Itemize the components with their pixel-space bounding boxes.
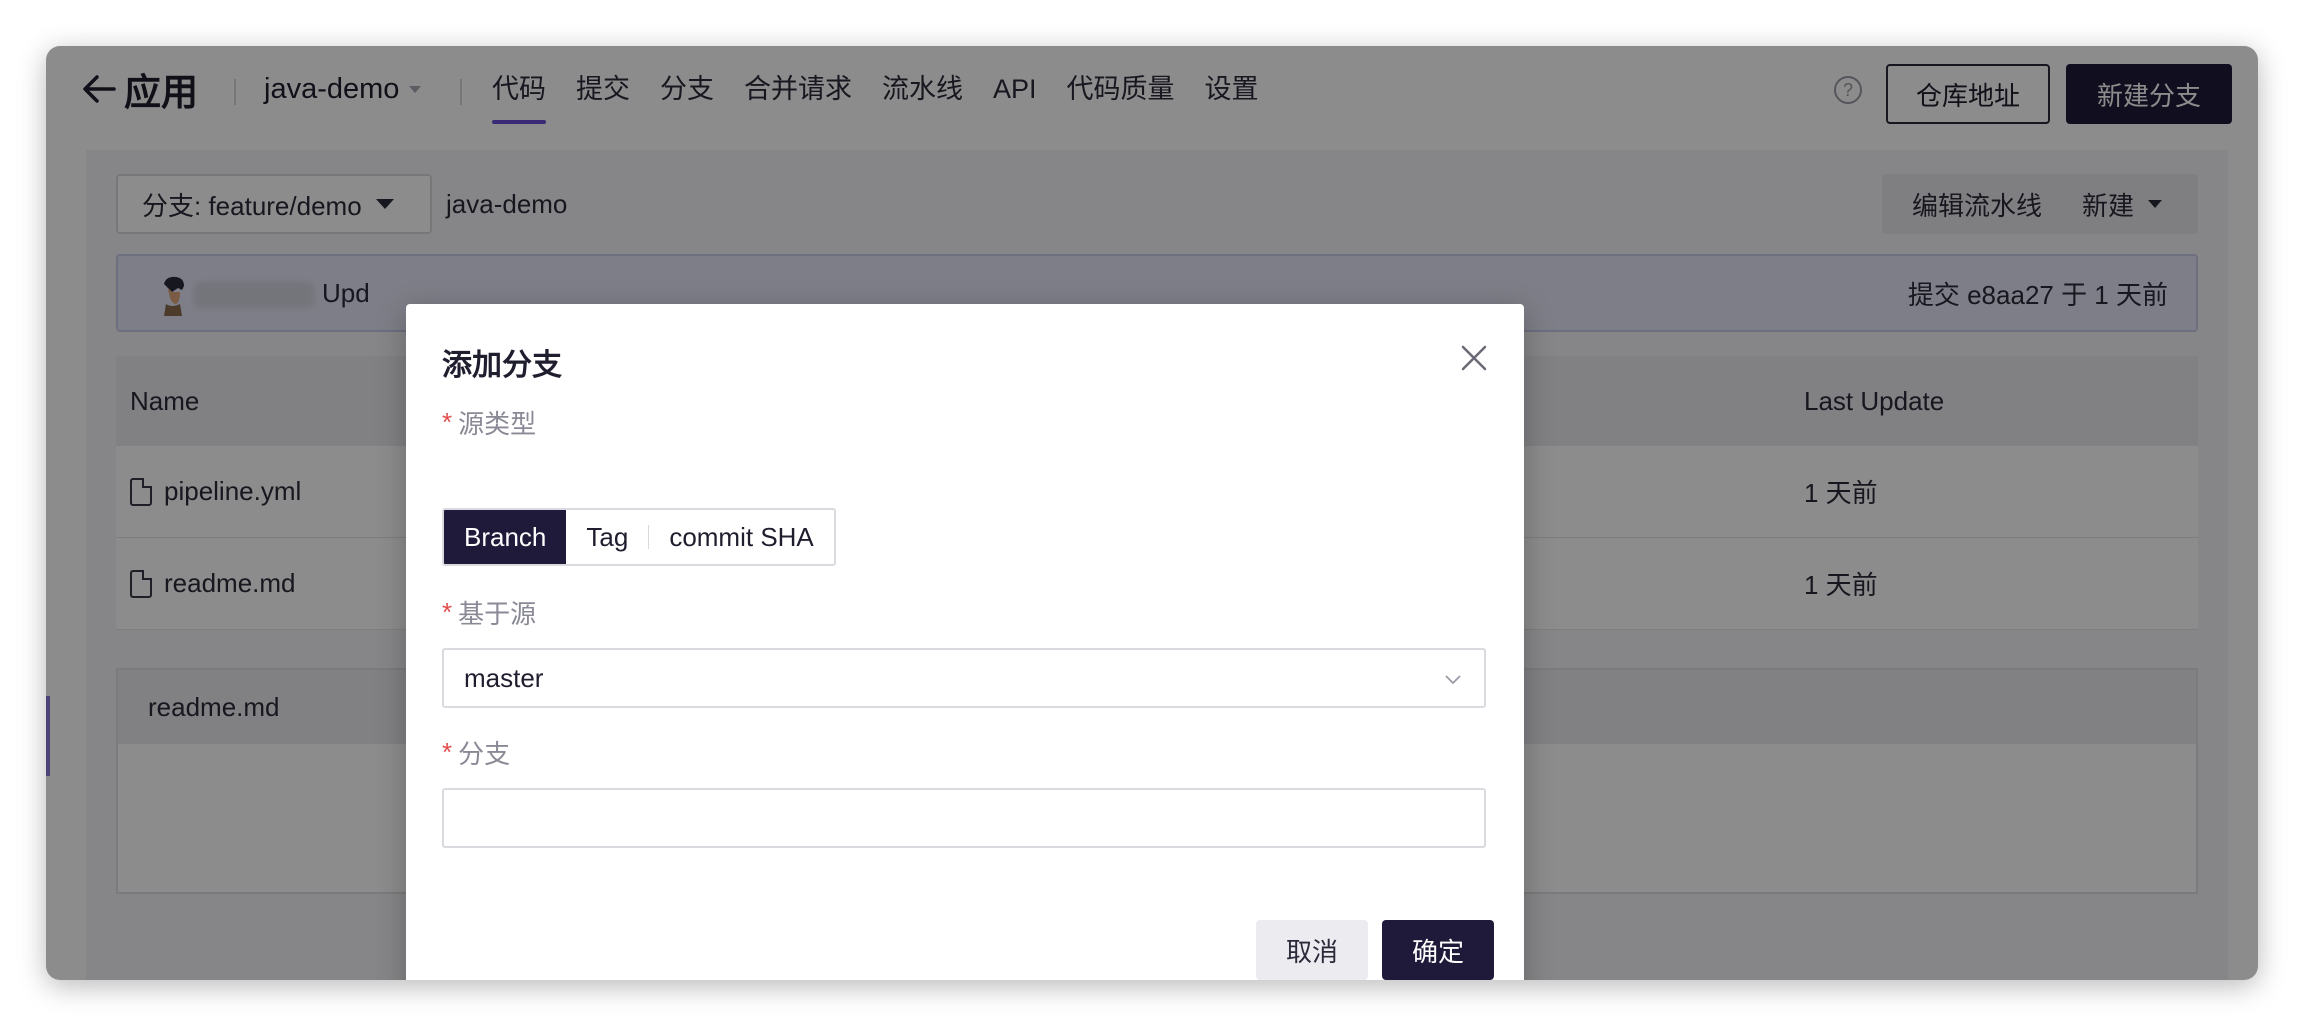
required-mark: * (442, 597, 453, 627)
app-window: 应用 java-demo 代码 提交 分支 合并请求 流水线 API 代码质量 … (46, 46, 2258, 980)
based-on-label: * 基于源 (442, 594, 536, 631)
branch-name-text: 分支 (458, 739, 511, 769)
dialog-title: 添加分支 (442, 349, 562, 382)
confirm-button[interactable]: 确定 (1382, 920, 1494, 980)
based-on-value: master (464, 662, 544, 693)
source-type-text: 源类型 (458, 409, 537, 439)
branch-name-input[interactable] (442, 788, 1486, 848)
chevron-down-icon (1445, 675, 1461, 685)
source-type-commit-sha[interactable]: commit SHA (649, 510, 834, 564)
close-icon[interactable] (1460, 344, 1488, 372)
branch-name-label: * 分支 (442, 734, 510, 771)
source-type-label: * 源类型 (442, 404, 536, 441)
cancel-button[interactable]: 取消 (1256, 920, 1368, 980)
required-mark: * (442, 407, 453, 437)
source-type-branch[interactable]: Branch (444, 510, 567, 564)
based-on-text: 基于源 (458, 599, 537, 629)
add-branch-dialog: 添加分支 * 源类型 Branch Tag commit SHA * 基于源 m… (406, 304, 1524, 980)
source-type-segmented: Branch Tag commit SHA (442, 508, 836, 566)
source-type-tag[interactable]: Tag (566, 510, 649, 564)
based-on-select[interactable]: master (442, 648, 1486, 708)
required-mark: * (442, 737, 453, 767)
